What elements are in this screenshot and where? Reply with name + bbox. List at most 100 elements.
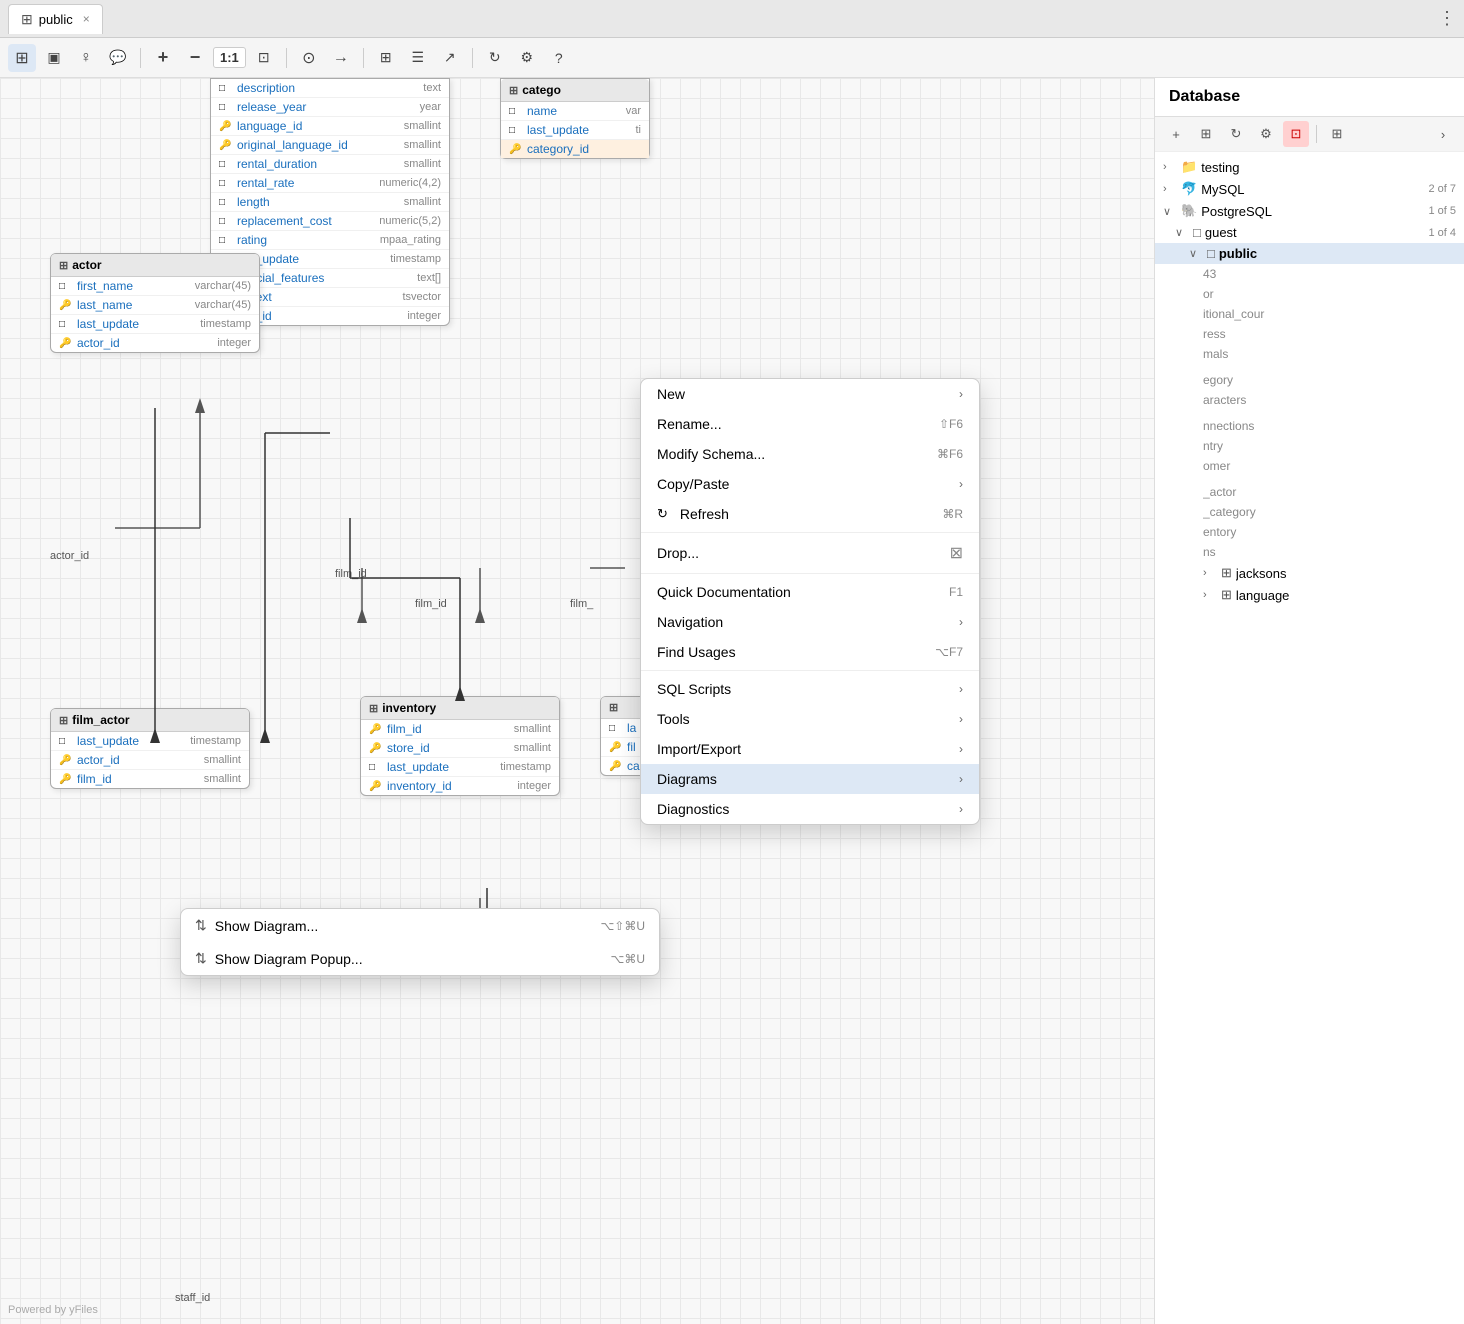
- rp-expand-button[interactable]: ›: [1430, 121, 1456, 147]
- tree-item-r5[interactable]: mals: [1155, 344, 1464, 364]
- cm-item-new[interactable]: New ›: [641, 379, 979, 409]
- film-row-original_language_id: 🔑 original_language_id smallint: [211, 136, 449, 155]
- cm-item-sql-scripts[interactable]: SQL Scripts ›: [641, 674, 979, 704]
- tree-item-r4[interactable]: ress: [1155, 324, 1464, 344]
- categ-row-last_update: □ last_update ti: [501, 121, 649, 140]
- connector-label-film_id-3: film_: [570, 598, 593, 610]
- tree-item-r11[interactable]: ntry: [1155, 436, 1464, 456]
- tab-close-button[interactable]: ×: [83, 12, 90, 26]
- cm-item-rename[interactable]: Rename... ⇧F6: [641, 409, 979, 439]
- tree-item-guest[interactable]: ∨ □ guest 1 of 4: [1155, 222, 1464, 243]
- tree-item-testing[interactable]: › 📁 testing: [1155, 156, 1464, 178]
- tree-item-r2[interactable]: or: [1155, 284, 1464, 304]
- sep2: [286, 48, 287, 68]
- tree-item-r7[interactable]: egory: [1155, 370, 1464, 390]
- actor-row-last_name: 🔑 last_name varchar(45): [51, 296, 259, 315]
- tree-item-r14[interactable]: _actor: [1155, 482, 1464, 502]
- connector-label-film_id-2: film_id: [415, 598, 447, 610]
- actor-row-first_name: □ first_name varchar(45): [51, 277, 259, 296]
- cm-item-find-usages[interactable]: Find Usages ⌥F7: [641, 637, 979, 667]
- layout-icon-button[interactable]: ⊞: [8, 44, 36, 72]
- context-menu: New › Rename... ⇧F6 Modify Schema... ⌘F6…: [640, 378, 980, 825]
- inventory-header: ⊞ inventory: [361, 697, 559, 720]
- rp-table-button[interactable]: ⊞: [1324, 121, 1350, 147]
- category-table-header: ⊞ catego: [501, 79, 649, 102]
- canvas-area[interactable]: □ description text □ release_year year 🔑…: [0, 78, 1154, 1324]
- tab-public[interactable]: ⊞ public ×: [8, 4, 103, 34]
- tree-item-r16[interactable]: entory: [1155, 522, 1464, 542]
- database-tree: › 📁 testing › 🐬 MySQL 2 of 7 ∨ 🐘 Postgre…: [1155, 152, 1464, 1324]
- cm-item-diagnostics[interactable]: Diagnostics ›: [641, 794, 979, 824]
- tab-label: public: [39, 12, 73, 27]
- tree-item-r3[interactable]: itional_cour: [1155, 304, 1464, 324]
- list-view-button[interactable]: ☰: [404, 44, 432, 72]
- right-panel-toolbar: + ⊞ ↻ ⚙ ⊡ ⊞ ›: [1155, 117, 1464, 152]
- tree-item-r1[interactable]: 43: [1155, 264, 1464, 284]
- layout2-button[interactable]: ⊡: [250, 44, 278, 72]
- comment-icon-button[interactable]: 💬: [104, 44, 132, 72]
- cm-item-tools[interactable]: Tools ›: [641, 704, 979, 734]
- cm-item-copy-paste[interactable]: Copy/Paste ›: [641, 469, 979, 499]
- inventory-row-inventory_id: 🔑 inventory_id integer: [361, 777, 559, 795]
- film-row-length: □ length smallint: [211, 193, 449, 212]
- tree-item-postgresql[interactable]: ∨ 🐘 PostgreSQL 1 of 5: [1155, 200, 1464, 222]
- cm-item-import-export[interactable]: Import/Export ›: [641, 734, 979, 764]
- table-view-button[interactable]: ⊞: [372, 44, 400, 72]
- cm-item-quick-doc[interactable]: Quick Documentation F1: [641, 577, 979, 607]
- tree-item-mysql[interactable]: › 🐬 MySQL 2 of 7: [1155, 178, 1464, 200]
- er-icon-button[interactable]: ♀: [72, 44, 100, 72]
- rp-add-button[interactable]: +: [1163, 121, 1189, 147]
- settings-button[interactable]: ⚙: [513, 44, 541, 72]
- sep3: [363, 48, 364, 68]
- rp-settings-button[interactable]: ⚙: [1253, 121, 1279, 147]
- tree-item-language[interactable]: › ⊞ language: [1155, 584, 1464, 606]
- rp-refresh-button[interactable]: ↻: [1223, 121, 1249, 147]
- film-row-rental_duration: □ rental_duration smallint: [211, 155, 449, 174]
- inventory-table: ⊞ inventory 🔑 film_id smallint 🔑 store_i…: [360, 696, 560, 796]
- film-actor-row-last_update: □ last_update timestamp: [51, 732, 249, 751]
- cm-sep-1: [641, 532, 979, 533]
- cm-item-navigation[interactable]: Navigation ›: [641, 607, 979, 637]
- add-button[interactable]: +: [149, 44, 177, 72]
- export-button[interactable]: ↗: [436, 44, 464, 72]
- cm-item-modify-schema[interactable]: Modify Schema... ⌘F6: [641, 439, 979, 469]
- onetoone-button[interactable]: 1:1: [213, 47, 246, 68]
- connector-label-film_id-1: film_id: [335, 568, 367, 580]
- cm-item-refresh[interactable]: ↻ Refresh ⌘R: [641, 499, 979, 529]
- connector-label-staff_id: staff_id: [175, 1292, 210, 1304]
- sidebar-icon-button[interactable]: ▣: [40, 44, 68, 72]
- rp-copy-button[interactable]: ⊞: [1193, 121, 1219, 147]
- actor-table: ⊞ actor □ first_name varchar(45) 🔑 last_…: [50, 253, 260, 353]
- tree-item-r15[interactable]: _category: [1155, 502, 1464, 522]
- rp-sep: [1316, 125, 1317, 143]
- inventory-row-last_update: □ last_update timestamp: [361, 758, 559, 777]
- submenu-show-diagram-popup[interactable]: ⇅ Show Diagram Popup... ⌥⌘U: [181, 942, 659, 975]
- film-row-language_id: 🔑 language_id smallint: [211, 117, 449, 136]
- submenu-show-diagram[interactable]: ⇅ Show Diagram... ⌥⇧⌘U: [181, 909, 659, 942]
- film-row-replacement_cost: □ replacement_cost numeric(5,2): [211, 212, 449, 231]
- remove-button[interactable]: −: [181, 44, 209, 72]
- film-row-description: □ description text: [211, 79, 449, 98]
- right-panel-header: Database: [1155, 78, 1464, 117]
- refresh-button[interactable]: ↻: [481, 44, 509, 72]
- film-actor-table: ⊞ film_actor □ last_update timestamp 🔑 a…: [50, 708, 250, 789]
- right-panel-title: Database: [1169, 88, 1240, 106]
- tree-item-jacksons[interactable]: › ⊞ jacksons: [1155, 562, 1464, 584]
- tree-item-r12[interactable]: omer: [1155, 456, 1464, 476]
- tree-item-r17[interactable]: ns: [1155, 542, 1464, 562]
- cm-item-drop[interactable]: Drop... ⊠: [641, 536, 979, 570]
- right-panel: Database + ⊞ ↻ ⚙ ⊡ ⊞ › › 📁 testing › 🐬: [1154, 78, 1464, 1324]
- tab-more-button[interactable]: ⋮: [1438, 8, 1456, 29]
- toolbar: ⊞ ▣ ♀ 💬 + − 1:1 ⊡ ⊙ → ⊞ ☰ ↗ ↻ ⚙ ?: [0, 38, 1464, 78]
- film-actor-row-actor_id: 🔑 actor_id smallint: [51, 751, 249, 770]
- tree-item-r8[interactable]: aracters: [1155, 390, 1464, 410]
- tree-item-r10[interactable]: nnections: [1155, 416, 1464, 436]
- rp-active-button[interactable]: ⊡: [1283, 121, 1309, 147]
- tree-item-public[interactable]: ∨ □ public: [1155, 243, 1464, 264]
- main-content: □ description text □ release_year year 🔑…: [0, 78, 1464, 1324]
- cm-item-diagrams[interactable]: Diagrams ›: [641, 764, 979, 794]
- help-button[interactable]: ?: [545, 44, 573, 72]
- schema-button[interactable]: ⊙: [295, 44, 323, 72]
- category-table-partial: ⊞ catego □ name var □ last_update ti 🔑 c…: [500, 78, 650, 159]
- arrow-button[interactable]: →: [327, 44, 355, 72]
